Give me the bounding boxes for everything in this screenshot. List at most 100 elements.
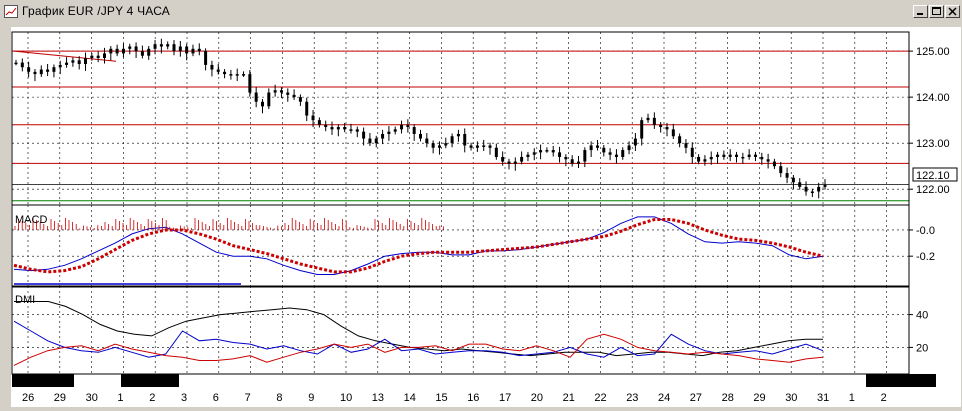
maximize-button[interactable] (929, 5, 944, 18)
close-button[interactable] (945, 5, 960, 18)
month-label: Июнь 2019 (870, 375, 926, 387)
day-label: 6 (213, 392, 219, 404)
price-bar-body (172, 44, 176, 52)
day-label: 23 (626, 392, 638, 404)
price-bar-body (400, 124, 404, 130)
price-bar-body (166, 44, 170, 47)
price-bar-body (96, 55, 100, 59)
price-bar-body (33, 71, 37, 75)
day-label: 26 (22, 392, 34, 404)
macd-panel-title: MACD (15, 214, 47, 226)
price-bar-body (216, 69, 220, 72)
x-axis-labels: 26 29 30 1 2 3 6 7 8 9 10 13 14 15 16 17 20 21 22 23 24 27 28 2… (12, 374, 936, 404)
price-bar-body (147, 48, 151, 56)
price-bar-body (583, 150, 587, 162)
month-label: Апр 2019 (16, 375, 63, 387)
price-bar-body (494, 147, 498, 157)
price-bar-body (709, 156, 713, 160)
dmi-panel (13, 301, 824, 366)
price-bar-body (469, 145, 473, 148)
price-bar-body (134, 46, 138, 52)
price-bar-body (374, 138, 378, 144)
price-bar-body (406, 124, 410, 128)
price-bar-body (804, 186, 808, 192)
price-bar-body (646, 117, 650, 121)
day-label: 2 (149, 392, 155, 404)
dmi-panel-title: DMI (15, 294, 35, 306)
y-axis-labels: 125.00 124.00 123.00 122.00 -0.0 -0.2 40 20 (909, 46, 950, 354)
price-tick-label: 123.00 (916, 138, 950, 150)
price-bar-body (779, 166, 783, 174)
price-bar-body (753, 154, 757, 157)
day-label: 28 (722, 392, 734, 404)
price-bar-body (20, 62, 24, 68)
month-label: Май 2019 (125, 375, 174, 387)
window-title: График EUR /JPY 4 ЧАСА (22, 4, 171, 18)
price-bar-body (286, 92, 290, 95)
day-label: 15 (435, 392, 447, 404)
panel-borders (11, 31, 910, 375)
price-bar-body (84, 58, 88, 64)
price-bar-body (798, 182, 802, 187)
price-bar-body (539, 150, 543, 153)
price-bar-body (659, 124, 663, 128)
price-bar-body (305, 101, 309, 116)
price-bar-body (703, 159, 707, 162)
price-bar-body (229, 74, 233, 76)
price-bar-body (513, 161, 517, 164)
price-bar-body (77, 60, 81, 64)
macd-panel (13, 216, 824, 285)
day-label: 16 (467, 392, 479, 404)
day-label: 9 (308, 392, 314, 404)
price-bar-body (735, 154, 739, 157)
price-bar-body (185, 46, 189, 54)
panel-border (11, 204, 910, 288)
price-bar-body (665, 127, 669, 130)
price-bar-body (223, 71, 227, 75)
price-bar-body (697, 156, 701, 162)
dmi-tick-label: 20 (916, 342, 928, 354)
price-bar-body (501, 156, 505, 162)
day-label: 3 (181, 392, 187, 404)
price-bar-body (355, 129, 359, 132)
price-bar-body (627, 145, 631, 151)
price-bars (14, 38, 827, 199)
price-bar-body (621, 150, 625, 157)
price-bar-body (463, 133, 467, 146)
price-bar-body (772, 161, 776, 167)
price-bar-body (419, 133, 422, 139)
price-bar-body (159, 44, 163, 47)
price-bar-body (254, 92, 258, 102)
day-label: 7 (245, 392, 251, 404)
dmi-plus-line (13, 320, 824, 358)
price-bar-body (652, 117, 656, 125)
price-bar-body (39, 69, 43, 75)
price-bar-body (456, 133, 460, 137)
day-label: 17 (499, 392, 511, 404)
price-bar-body (362, 131, 366, 139)
price-bar-body (178, 46, 182, 52)
price-tick-label: 122.00 (916, 184, 950, 196)
price-bar-body (393, 129, 397, 132)
price-bar-body (279, 90, 283, 93)
price-bar-body (747, 154, 751, 157)
price-bar-body (71, 60, 75, 63)
price-bar-body (728, 154, 732, 157)
price-bar-body (532, 152, 536, 155)
day-label: 21 (563, 392, 575, 404)
chart-canvas: 125.00124.00123.00122.00-0.0-0.24020 26 2… (11, 31, 958, 404)
title-bar: График EUR /JPY 4 ЧАСА (0, 0, 962, 24)
price-bar-body (235, 74, 239, 76)
price-bar-body (191, 48, 195, 54)
price-bar-body (526, 154, 530, 157)
price-bar-body (791, 177, 795, 183)
day-label: 13 (372, 392, 384, 404)
price-levels (12, 50, 909, 202)
macd-tick-label: -0.2 (916, 251, 935, 263)
price-bar-body (317, 120, 321, 125)
price-bar-body (27, 67, 31, 72)
minimize-button[interactable] (913, 5, 928, 18)
price-bar-body (589, 145, 593, 151)
price-bar-body (602, 147, 606, 153)
day-label: 8 (276, 392, 282, 404)
